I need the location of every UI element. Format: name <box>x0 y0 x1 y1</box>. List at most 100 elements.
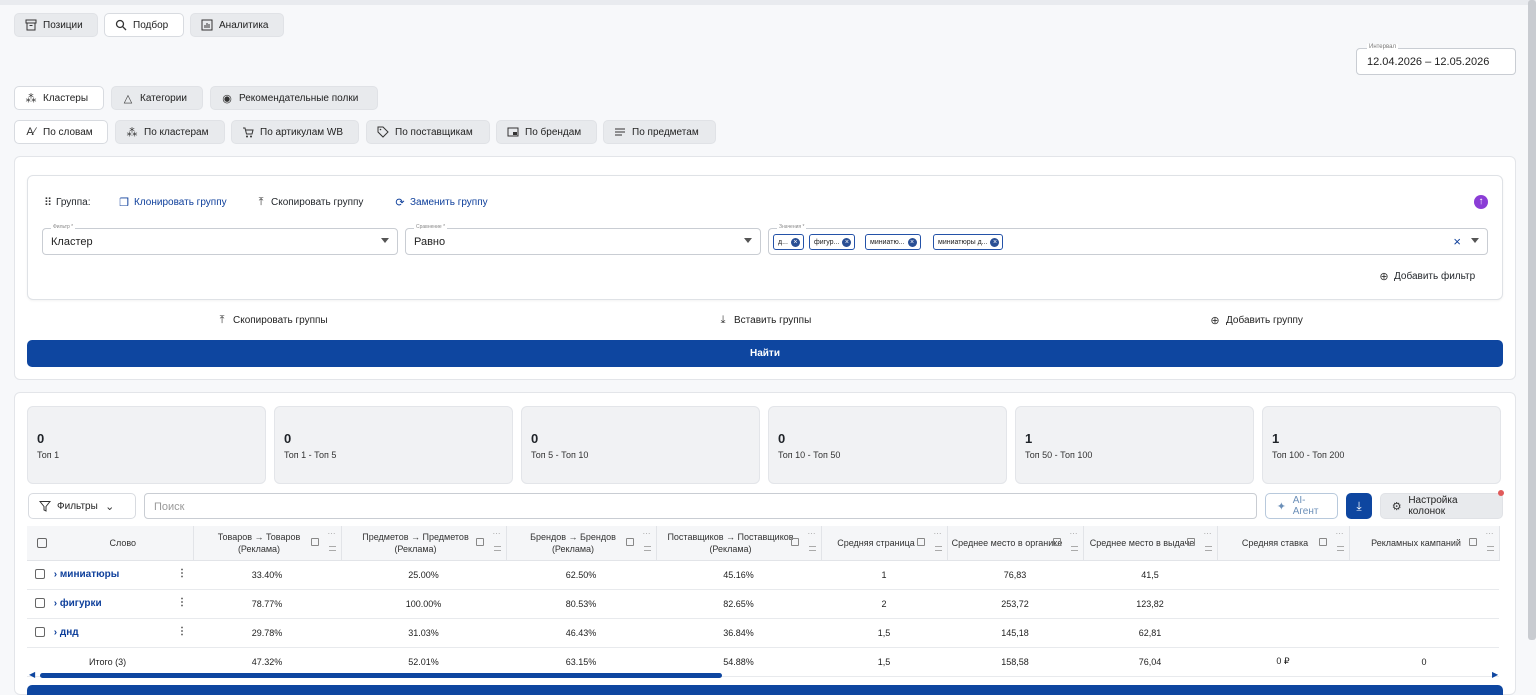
menu-icon[interactable] <box>1204 546 1212 551</box>
download-button[interactable]: ⤓ <box>1346 493 1372 519</box>
word-link[interactable]: миниатюры <box>60 569 119 580</box>
values-multiselect[interactable]: Значения * д... × фигур... × миниатю... … <box>768 224 1488 255</box>
paste-groups-button[interactable]: ⤓ Вставить группы <box>717 314 812 326</box>
menu-icon[interactable] <box>1336 546 1344 551</box>
row-checkbox[interactable] <box>35 627 45 638</box>
tab-categories[interactable]: △ Категории <box>111 86 203 110</box>
search-input[interactable]: Поиск <box>144 493 1257 519</box>
calendar-icon[interactable] <box>475 538 484 546</box>
add-group-button[interactable]: ⊕ Добавить группу <box>1209 314 1303 327</box>
word-link[interactable]: днд <box>60 627 79 638</box>
col-header-brands[interactable]: Брендов → Брендов (Реклама) ··· <box>506 526 657 561</box>
tab-by-wb-articles[interactable]: По артикулам WB <box>231 120 359 144</box>
table-row[interactable]: › днд ⋮ 29.78% 31.03% 46.43% 36.84% 1,5 … <box>27 618 1499 648</box>
collapse-up-icon[interactable]: ↑ <box>1474 195 1488 209</box>
calendar-icon[interactable] <box>1468 538 1477 546</box>
more-icon[interactable]: ··· <box>1070 530 1078 538</box>
chevron-down-icon[interactable] <box>1471 238 1479 243</box>
more-icon[interactable]: ··· <box>493 530 501 538</box>
clear-icon[interactable]: × <box>1453 234 1461 249</box>
col-header-subjects[interactable]: Предметов → Предметов (Реклама) ··· <box>341 526 507 561</box>
table-row[interactable]: › миниатюры ⋮ 33.40% 25.00% 62.50% 45.16… <box>27 560 1499 590</box>
calendar-icon[interactable] <box>916 538 925 546</box>
horizontal-scrollbar[interactable] <box>40 673 722 678</box>
menu-icon[interactable] <box>934 546 942 551</box>
col-header-avg-page[interactable]: Средняя страница ··· <box>821 526 948 561</box>
filters-button[interactable]: Фильтры ⌄ <box>28 493 136 519</box>
word-cell[interactable]: › днд ⋮ <box>27 618 193 648</box>
find-button[interactable]: Найти <box>27 340 1503 367</box>
col-header-ad-campaigns[interactable]: Рекламных кампаний ··· <box>1349 526 1500 561</box>
chip-remove-icon[interactable]: × <box>842 237 852 247</box>
word-cell[interactable]: › фигурки ⋮ <box>27 589 193 619</box>
replace-group-button[interactable]: ⟳ Заменить группу <box>394 195 487 209</box>
value-chip[interactable]: миниатю... × <box>865 234 921 250</box>
col-header-products[interactable]: Товаров → Товаров (Реклама) ··· <box>193 526 342 561</box>
tab-positions[interactable]: Позиции <box>14 13 98 37</box>
more-icon[interactable]: ··· <box>1486 530 1494 538</box>
copy-group-button[interactable]: ⤒ Скопировать группу <box>255 195 364 209</box>
scroll-right-icon[interactable]: ▶ <box>1492 670 1498 679</box>
col-header-suppliers[interactable]: Поставщиков → Поставщиков (Реклама) ··· <box>656 526 822 561</box>
menu-icon[interactable] <box>328 546 336 551</box>
tab-analytics[interactable]: Аналитика <box>190 13 284 37</box>
menu-icon[interactable] <box>493 546 501 551</box>
kebab-menu-icon[interactable]: ⋮ <box>177 626 187 637</box>
kebab-menu-icon[interactable]: ⋮ <box>177 568 187 579</box>
col-header-avg-bid[interactable]: Средняя ставка ··· <box>1217 526 1350 561</box>
date-range-input[interactable]: Интервал 12.04.2026 – 12.05.2026 <box>1356 44 1516 75</box>
expand-chevron-icon[interactable]: › <box>54 569 57 580</box>
calendar-icon[interactable] <box>625 538 634 546</box>
word-cell[interactable]: › миниатюры ⋮ <box>27 560 193 590</box>
more-icon[interactable]: ··· <box>328 530 336 538</box>
menu-icon[interactable] <box>1070 546 1078 551</box>
col-header-avg-organic[interactable]: Среднее место в органике ··· <box>947 526 1084 561</box>
tab-recommendation-shelves[interactable]: ◉ Рекомендательные полки <box>210 86 378 110</box>
more-icon[interactable]: ··· <box>1204 530 1212 538</box>
chip-remove-icon[interactable]: × <box>907 237 917 247</box>
calendar-icon[interactable] <box>310 538 319 546</box>
tab-by-suppliers[interactable]: По поставщикам <box>366 120 490 144</box>
tab-by-brands[interactable]: По брендам <box>496 120 597 144</box>
calendar-icon[interactable] <box>1318 538 1327 546</box>
row-checkbox[interactable] <box>35 598 45 609</box>
copy-groups-button[interactable]: ⤒ Скопировать группы <box>216 314 328 326</box>
value-chip[interactable]: д... × <box>773 234 804 250</box>
expand-chevron-icon[interactable]: › <box>54 598 57 609</box>
tab-selection[interactable]: Подбор <box>104 13 184 37</box>
tab-by-clusters[interactable]: ⁂ По кластерам <box>115 120 225 144</box>
row-checkbox[interactable] <box>35 569 45 580</box>
more-icon[interactable]: ··· <box>643 530 651 538</box>
menu-icon[interactable] <box>643 546 651 551</box>
menu-icon[interactable] <box>808 546 816 551</box>
more-icon[interactable]: ··· <box>1336 530 1344 538</box>
calendar-icon[interactable] <box>790 538 799 546</box>
compare-select[interactable]: Сравнение * Равно <box>405 224 761 255</box>
calendar-icon[interactable] <box>1052 538 1061 546</box>
menu-icon[interactable] <box>1486 546 1494 551</box>
tab-by-words[interactable]: A∕ По словам <box>14 120 108 144</box>
drag-handle-icon[interactable]: ⠿ <box>44 196 52 209</box>
select-all-checkbox[interactable] <box>37 538 47 549</box>
scroll-left-icon[interactable]: ◀ <box>29 670 35 679</box>
more-icon[interactable]: ··· <box>934 530 942 538</box>
value-chip[interactable]: фигур... × <box>809 234 856 250</box>
ai-agent-button[interactable]: ✦ AI-Агент <box>1265 493 1338 519</box>
add-filter-button[interactable]: ⊕ Добавить фильтр <box>1378 269 1475 283</box>
word-link[interactable]: фигурки <box>60 598 102 609</box>
tab-by-subjects[interactable]: По предметам <box>603 120 716 144</box>
calendar-icon[interactable] <box>1186 538 1195 546</box>
filter-select[interactable]: Фильтр * Кластер <box>42 224 398 255</box>
tab-clusters[interactable]: ⁂ Кластеры <box>14 86 104 110</box>
chip-remove-icon[interactable]: × <box>790 237 800 247</box>
clone-group-button[interactable]: ❐ Клонировать группу <box>118 195 227 209</box>
col-header-word[interactable]: Слово <box>27 526 194 561</box>
page-scrollbar[interactable] <box>1528 0 1536 640</box>
chip-remove-icon[interactable]: × <box>990 237 1000 247</box>
bottom-action-bar[interactable] <box>27 685 1503 695</box>
value-chip[interactable]: миниатюры д... × <box>933 234 1004 250</box>
columns-settings-button[interactable]: ⚙ Настройка колонок <box>1380 493 1503 519</box>
kebab-menu-icon[interactable]: ⋮ <box>177 597 187 608</box>
col-header-avg-serp[interactable]: Среднее место в выдаче ··· <box>1083 526 1218 561</box>
more-icon[interactable]: ··· <box>808 530 816 538</box>
